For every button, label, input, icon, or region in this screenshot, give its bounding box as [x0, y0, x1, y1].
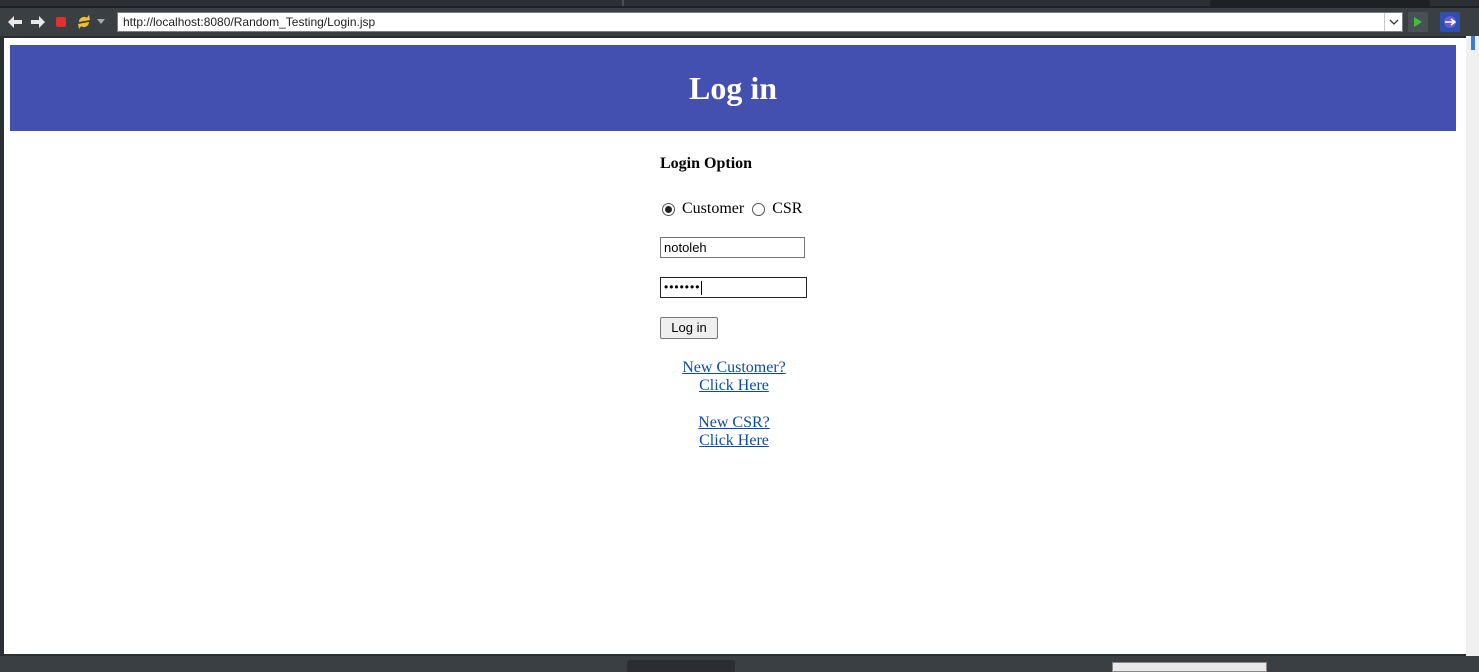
url-text: http://localhost:8080/Random_Testing/Log… [123, 15, 376, 29]
filter-field[interactable] [1112, 662, 1267, 672]
new-customer-link[interactable]: New Customer? [660, 359, 808, 377]
dropdown-chevron-icon[interactable] [94, 12, 108, 32]
page-title: Log in [688, 69, 778, 106]
username-input[interactable]: notoleh [660, 237, 805, 258]
external-browser-icon[interactable] [1440, 12, 1460, 32]
login-option-radios: Customer CSR [662, 200, 810, 218]
login-button[interactable]: Log in [660, 317, 718, 339]
new-csr-link[interactable]: New CSR? [660, 414, 808, 432]
forward-arrow-icon[interactable] [28, 12, 48, 32]
window-top-strip [0, 0, 1479, 8]
bottom-view-tabs [0, 656, 1479, 672]
radio-csr[interactable] [752, 202, 766, 216]
username-value: notoleh [664, 240, 707, 255]
radio-customer[interactable] [662, 202, 675, 216]
go-play-icon[interactable] [1408, 12, 1428, 32]
login-form: Login Option Customer CSR notoleh ••••••… [660, 154, 880, 449]
tab-strip-right [1430, 0, 1479, 6]
back-arrow-icon[interactable] [5, 12, 25, 32]
password-input[interactable]: ••••••• [660, 277, 807, 298]
new-csr-link-group: New CSR? Click Here [660, 414, 808, 450]
login-option-label: Login Option [660, 155, 753, 172]
stop-icon[interactable] [51, 12, 71, 32]
active-view-tab[interactable] [627, 660, 735, 672]
new-customer-link-group: New Customer? Click Here [660, 359, 808, 395]
url-dropdown-icon[interactable] [1384, 13, 1402, 31]
text-caret [701, 280, 703, 295]
page-viewport: Log in Login Option Customer CSR notoleh… [4, 38, 1466, 654]
radio-customer-label[interactable]: Customer [682, 200, 744, 218]
new-customer-click-here-link[interactable]: Click Here [660, 377, 808, 395]
page-header: Log in [10, 45, 1456, 131]
url-input[interactable]: http://localhost:8080/Random_Testing/Log… [117, 12, 1403, 32]
radio-csr-label[interactable]: CSR [772, 200, 802, 218]
password-value: ••••••• [664, 280, 701, 294]
radio-selected-dot [665, 205, 672, 213]
tab-strip [0, 0, 1210, 6]
new-csr-click-here-link[interactable]: Click Here [660, 432, 808, 450]
signup-links: New Customer? Click Here New CSR? Click … [660, 359, 808, 469]
refresh-icon[interactable] [74, 12, 94, 32]
browser-toolbar: http://localhost:8080/Random_Testing/Log… [0, 8, 1479, 36]
right-panel-edge [1466, 36, 1479, 656]
tab-divider [622, 0, 624, 6]
panel-marker [1471, 36, 1475, 50]
